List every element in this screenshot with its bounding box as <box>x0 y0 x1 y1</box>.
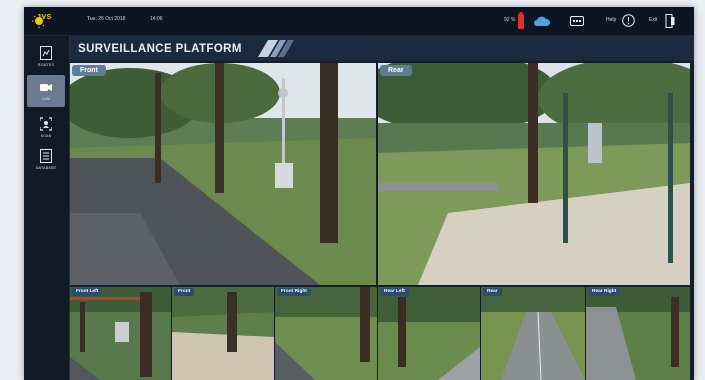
sidebar-item-scan[interactable]: SCAN <box>27 112 65 144</box>
front-right-camera-image <box>275 287 377 380</box>
camera-feed-rear-small[interactable]: Rear <box>481 287 585 380</box>
front-camera-image <box>70 63 376 285</box>
sidebar-item-routes[interactable]: ROUTES <box>27 41 65 73</box>
app-window: IVS Tue, 26 Oct 2018 14:06 92 % Help Exi… <box>24 7 694 380</box>
rear-small-camera-image <box>481 287 585 380</box>
camera-label: Rear Left <box>380 288 409 296</box>
camera-label: Rear Right <box>588 288 621 296</box>
battery-label: 92 % <box>504 17 516 23</box>
cloud-icon[interactable] <box>534 15 550 27</box>
scan-icon <box>40 117 52 131</box>
date-display: Tue, 26 Oct 2018 <box>87 16 126 22</box>
exit-icon[interactable] <box>665 14 675 28</box>
camera-label: Rear <box>380 65 412 76</box>
top-bar: IVS Tue, 26 Oct 2018 14:06 92 % Help Exi… <box>24 7 694 36</box>
rear-camera-image <box>378 63 690 285</box>
camera-feed-rear-right[interactable]: Rear Right <box>586 287 690 380</box>
camera-feed-front-small[interactable]: Front <box>172 287 274 380</box>
title-bar: SURVEILLANCE PLATFORM <box>70 36 694 61</box>
camera-label: Front Right <box>277 288 311 296</box>
front-left-camera-image <box>70 287 171 380</box>
routes-icon <box>40 46 52 60</box>
time-display: 14:06 <box>150 16 163 22</box>
main-content: SURVEILLANCE PLATFORM Front Rear Front L… <box>70 36 694 380</box>
exit-label: Exit <box>649 17 658 23</box>
battery-icon <box>518 12 524 29</box>
title-stripes-decoration <box>258 40 294 57</box>
sidebar-item-cam[interactable]: CAM <box>27 75 65 107</box>
rear-left-camera-image <box>378 287 480 380</box>
sidebar-item-database[interactable]: DATABASE <box>27 144 65 176</box>
help-label: Help <box>606 17 617 23</box>
sidebar-item-label: DATABASE <box>35 166 57 170</box>
sidebar-item-label: ROUTES <box>37 63 55 67</box>
camera-label: Front <box>72 65 106 76</box>
sidebar-item-label: SCAN <box>40 134 52 138</box>
message-icon[interactable] <box>570 16 584 26</box>
logo-text: IVS <box>39 14 52 21</box>
camera-label: Front <box>174 288 195 296</box>
sidebar-item-label: CAM <box>41 97 51 101</box>
sidebar: ROUTES CAM SCAN DATABASE <box>24 36 70 380</box>
camera-label: Rear <box>483 288 502 296</box>
camera-feed-rear-large[interactable]: Rear <box>378 63 690 285</box>
help-icon[interactable] <box>622 14 635 27</box>
camera-label: Front Left <box>72 288 103 296</box>
front-small-camera-image <box>172 287 274 380</box>
database-icon <box>40 149 52 163</box>
camera-feed-front-large[interactable]: Front <box>70 63 376 285</box>
camera-icon <box>40 84 52 91</box>
rear-right-camera-image <box>586 287 690 380</box>
camera-feed-front-right[interactable]: Front Right <box>275 287 377 380</box>
page-title: SURVEILLANCE PLATFORM <box>78 43 242 55</box>
camera-feed-front-left[interactable]: Front Left <box>70 287 171 380</box>
camera-feed-rear-left[interactable]: Rear Left <box>378 287 480 380</box>
